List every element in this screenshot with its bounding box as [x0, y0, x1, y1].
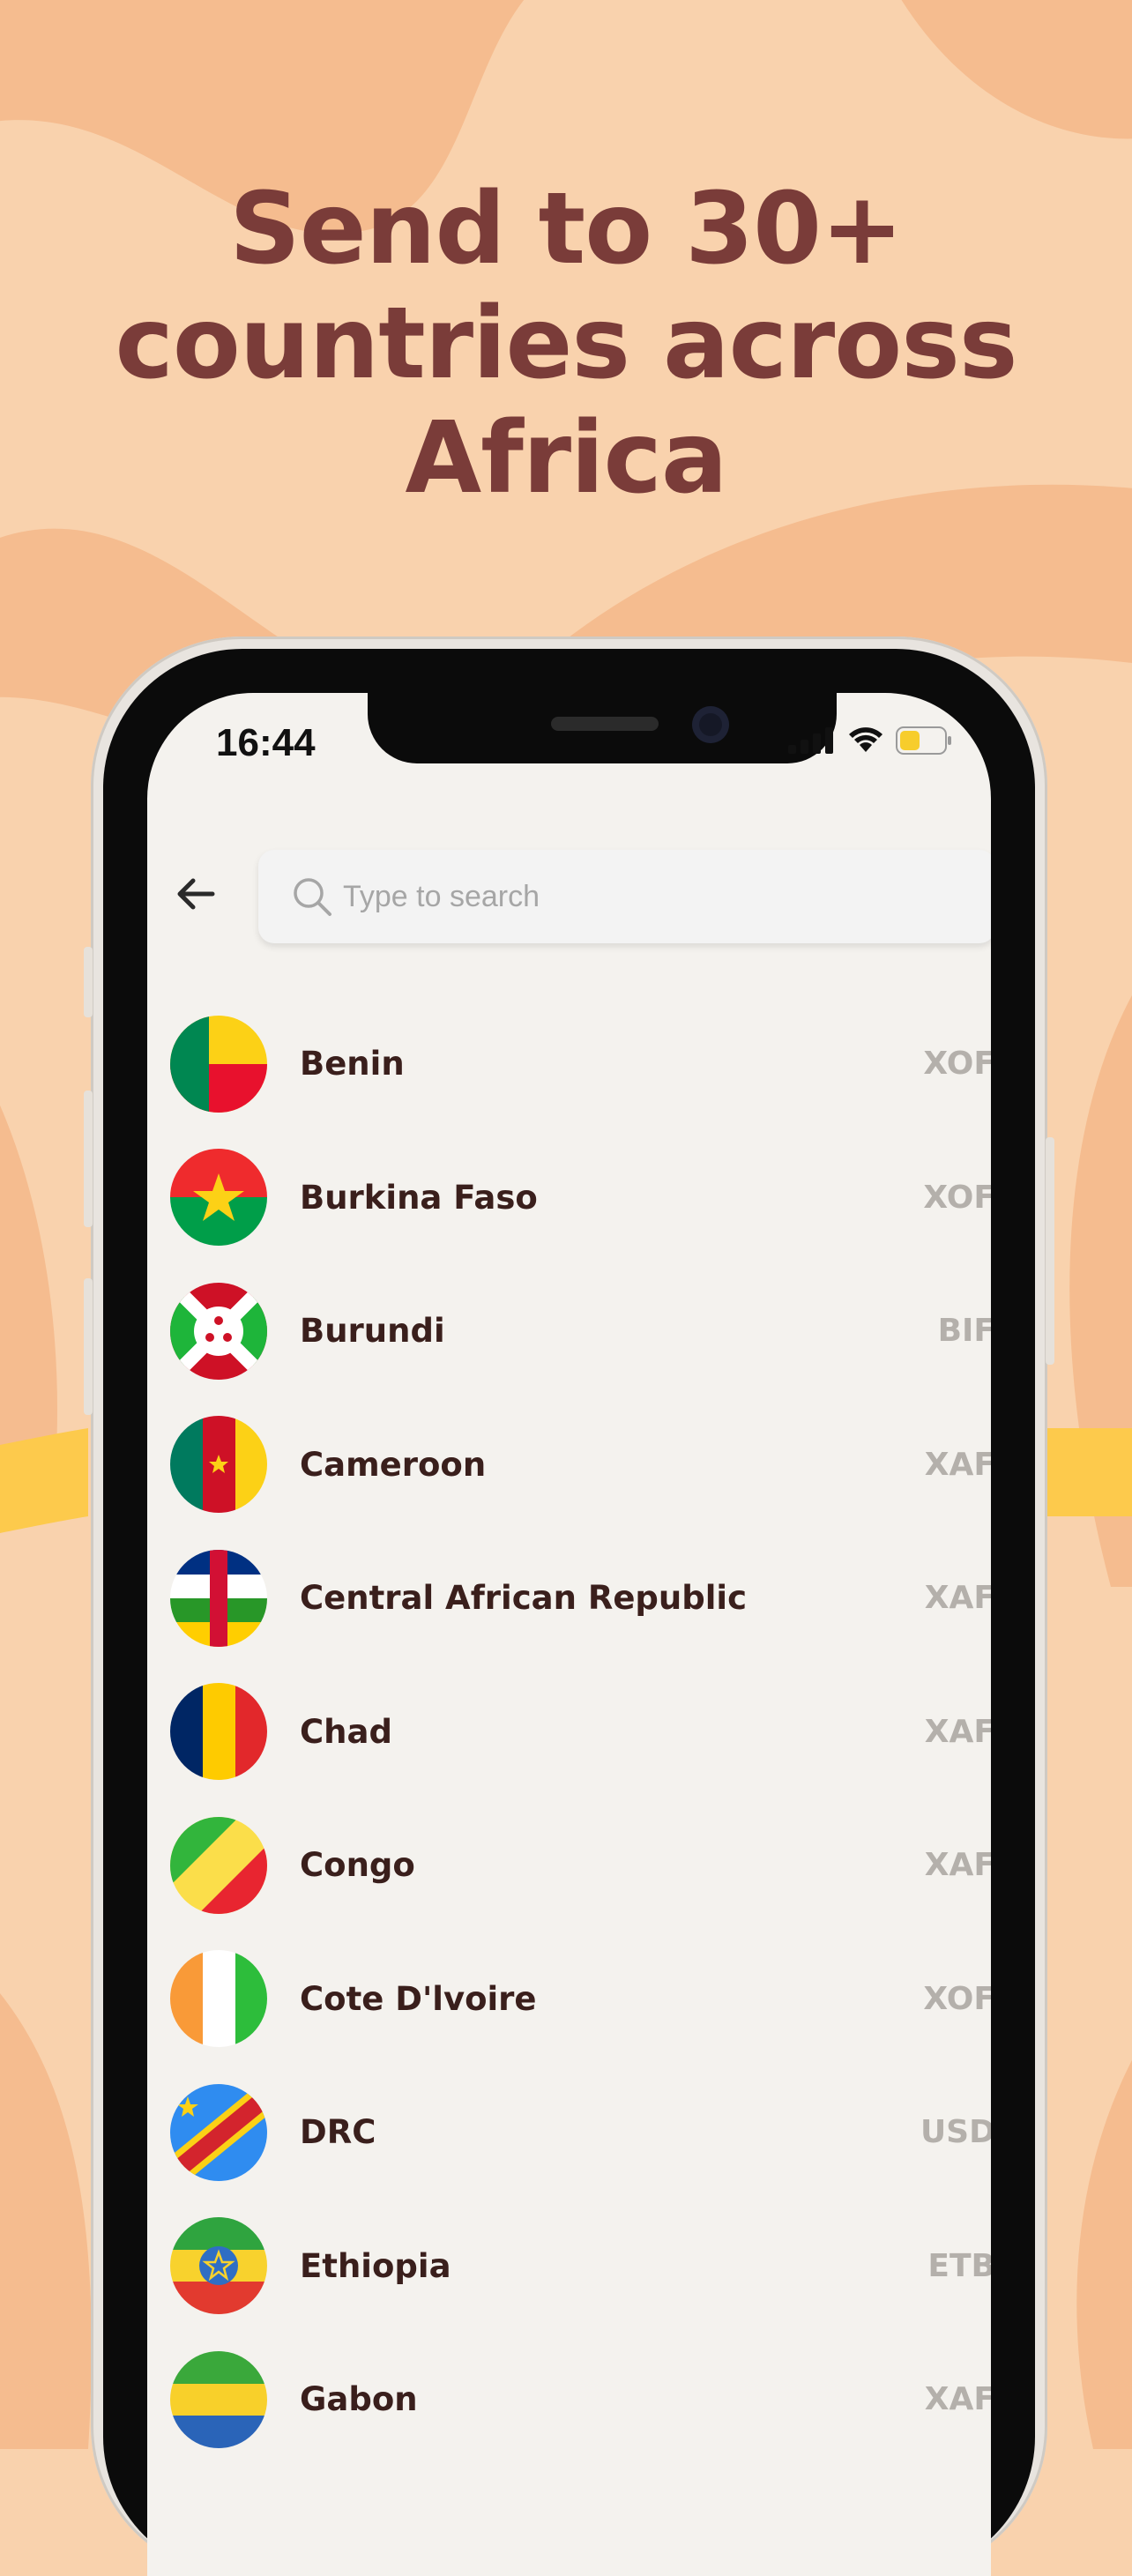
country-row-gabon[interactable]: Gabon XAF	[147, 2333, 991, 2467]
currency-code: XAF	[924, 1847, 991, 1884]
country-row-central-african-republic[interactable]: Central African Republic XAF	[147, 1531, 991, 1665]
country-row-cameroon[interactable]: Cameroon XAF	[147, 1398, 991, 1532]
phone-frame: 16:44 Type to search Benin XOF Burkina F…	[84, 637, 1054, 2576]
country-name: Ethiopia	[300, 2246, 451, 2285]
speaker-grille	[551, 717, 659, 731]
cellular-signal-icon	[788, 727, 833, 754]
currency-code: XOF	[923, 1046, 991, 1083]
country-name: Cameroon	[300, 1445, 487, 1484]
country-row-cote-divoire[interactable]: Cote D'lvoire XOF	[147, 1932, 991, 2066]
headline-line-2: countries across	[115, 287, 1017, 401]
cote-divoire-flag-icon	[170, 1950, 267, 2048]
front-camera	[692, 706, 729, 743]
country-row-drc[interactable]: DRC USD	[147, 2066, 991, 2200]
ethiopia-flag-icon	[170, 2217, 267, 2315]
currency-code: ETB	[927, 2247, 991, 2284]
status-icons	[788, 726, 952, 755]
country-name: Gabon	[300, 2380, 418, 2419]
country-row-congo[interactable]: Congo XAF	[147, 1798, 991, 1932]
country-name: Burundi	[300, 1312, 445, 1351]
burkina-faso-flag-icon	[170, 1149, 267, 1247]
country-name: Benin	[300, 1045, 405, 1083]
currency-code: XOF	[923, 1179, 991, 1216]
cameroon-flag-icon	[170, 1416, 267, 1514]
phone-volume-up-button	[84, 1091, 93, 1227]
drc-flag-icon	[170, 2083, 267, 2181]
country-row-burundi[interactable]: Burundi BIF	[147, 1264, 991, 1398]
gabon-flag-icon	[170, 2350, 267, 2448]
country-name: DRC	[300, 2113, 376, 2152]
benin-flag-icon	[170, 1015, 267, 1113]
phone-volume-down-button	[84, 1278, 93, 1415]
phone-power-button	[1046, 1137, 1054, 1365]
phone-notch	[368, 693, 837, 763]
phone-bezel: 16:44 Type to search Benin XOF Burkina F…	[103, 649, 1035, 2576]
currency-code: XAF	[924, 2381, 991, 2418]
headline-line-3: Africa	[405, 401, 728, 516]
country-name: Cote D'lvoire	[300, 1979, 537, 2018]
headline-line-1: Send to 30+	[229, 172, 904, 287]
currency-code: USD	[920, 2114, 991, 2151]
search-input[interactable]: Type to search	[258, 850, 991, 943]
currency-code: XOF	[923, 1980, 991, 2017]
headline: Send to 30+ countries across Africa	[0, 172, 1132, 516]
country-list: Benin XOF Burkina Faso XOF Burundi BIF C…	[147, 997, 991, 2467]
wifi-icon	[849, 727, 883, 752]
phone-screen: 16:44 Type to search Benin XOF Burkina F…	[147, 693, 991, 2576]
country-name: Congo	[300, 1846, 415, 1885]
search-icon	[294, 878, 331, 916]
chad-flag-icon	[170, 1683, 267, 1781]
search-placeholder: Type to search	[343, 879, 540, 913]
congo-flag-icon	[170, 1816, 267, 1914]
currency-code: XAF	[924, 1446, 991, 1483]
country-row-ethiopia[interactable]: Ethiopia ETB	[147, 2200, 991, 2334]
country-name: Burkina Faso	[300, 1178, 538, 1217]
central-african-republic-flag-icon	[170, 1549, 267, 1647]
currency-code: XAF	[924, 1580, 991, 1617]
status-time: 16:44	[216, 721, 316, 764]
country-name: Chad	[300, 1712, 392, 1751]
currency-code: BIF	[937, 1313, 991, 1350]
country-row-chad[interactable]: Chad XAF	[147, 1665, 991, 1799]
phone-silent-switch	[84, 947, 93, 1017]
burundi-flag-icon	[170, 1282, 267, 1380]
country-row-burkina-faso[interactable]: Burkina Faso XOF	[147, 1131, 991, 1265]
battery-icon	[896, 726, 951, 755]
country-row-benin[interactable]: Benin XOF	[147, 997, 991, 1131]
currency-code: XAF	[924, 1713, 991, 1750]
back-arrow-icon[interactable]	[174, 872, 218, 916]
country-name: Central African Republic	[300, 1579, 748, 1618]
